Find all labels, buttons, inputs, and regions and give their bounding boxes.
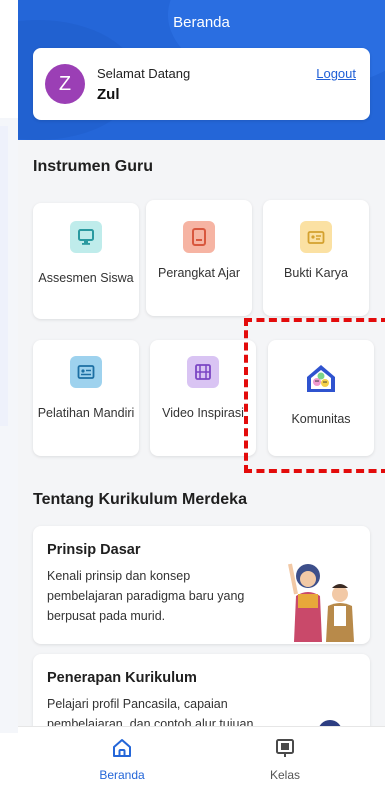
nav-item-kelas[interactable]: Kelas bbox=[245, 737, 325, 782]
welcome-card: Z Selamat Datang Zul Logout bbox=[33, 48, 370, 120]
highlight-box bbox=[244, 318, 385, 473]
bottom-nav: Beranda Kelas bbox=[18, 726, 385, 799]
tile-label: Video Inspirasi bbox=[162, 406, 244, 420]
tile-label: Assesmen Siswa bbox=[38, 271, 134, 285]
card-description: Kenali prinsip dan konsep pembelajaran p… bbox=[47, 569, 245, 623]
tile-bukti-karya[interactable]: Bukti Karya bbox=[263, 200, 369, 316]
card-title: Prinsip Dasar bbox=[47, 542, 141, 558]
background-panel bbox=[0, 118, 18, 733]
instrumen-guru-title: Instrumen Guru bbox=[33, 158, 154, 175]
home-icon bbox=[113, 739, 131, 757]
film-icon bbox=[187, 356, 219, 388]
welcome-greeting: Selamat Datang bbox=[97, 66, 191, 81]
user-name: Zul bbox=[97, 86, 120, 103]
app-screen: Beranda Z Selamat Datang Zul Logout Inst… bbox=[18, 0, 385, 799]
nav-item-beranda[interactable]: Beranda bbox=[82, 737, 162, 782]
tile-assesmen-siswa[interactable]: Assesmen Siswa bbox=[33, 203, 139, 319]
card-icon bbox=[300, 221, 332, 253]
nav-label: Beranda bbox=[99, 768, 145, 782]
tile-perangkat-ajar[interactable]: Perangkat Ajar bbox=[146, 200, 252, 316]
kurikulum-title: Tentang Kurikulum Merdeka bbox=[33, 491, 247, 508]
page-title: Beranda bbox=[173, 14, 230, 31]
book-icon bbox=[183, 221, 215, 253]
avatar[interactable]: Z bbox=[45, 64, 85, 104]
nav-label: Kelas bbox=[269, 768, 301, 782]
class-board-icon bbox=[276, 739, 294, 757]
logout-link[interactable]: Logout bbox=[316, 66, 356, 81]
teachers-illustration-icon bbox=[288, 563, 354, 642]
id-card-icon bbox=[70, 356, 102, 388]
tile-label: Perangkat Ajar bbox=[158, 266, 240, 280]
tile-pelatihan-mandiri[interactable]: Pelatihan Mandiri bbox=[33, 340, 139, 456]
monitor-icon bbox=[70, 221, 102, 253]
card-prinsip-dasar[interactable]: Prinsip Dasar Kenali prinsip dan konsep … bbox=[33, 526, 370, 644]
tile-video-inspirasi[interactable]: Video Inspirasi bbox=[150, 340, 256, 456]
screen: Beranda Z Selamat Datang Zul Logout Inst… bbox=[0, 0, 385, 799]
tile-label: Bukti Karya bbox=[284, 266, 348, 280]
card-title: Penerapan Kurikulum bbox=[47, 670, 197, 686]
tile-label: Pelatihan Mandiri bbox=[37, 406, 135, 420]
